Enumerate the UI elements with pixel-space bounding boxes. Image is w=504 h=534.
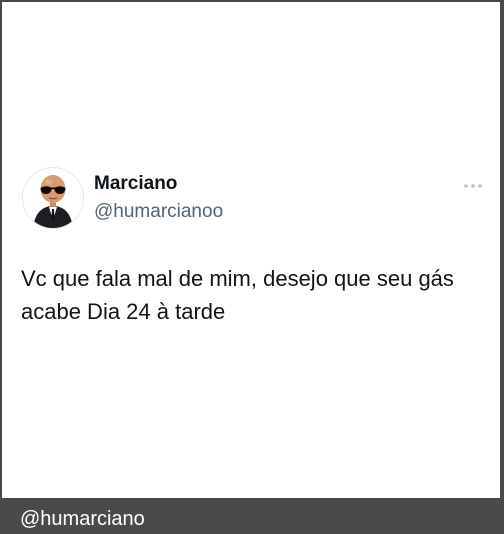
screenshot-frame: Marciano @humarcianoo Vc que fala mal de…: [0, 0, 504, 534]
tweet-card: Marciano @humarcianoo Vc que fala mal de…: [2, 2, 500, 498]
tweet-text-line: Vc que fala mal de mim, desejo que seu g…: [21, 266, 454, 291]
avatar[interactable]: [22, 167, 84, 229]
alien-avatar-icon: [33, 175, 73, 228]
display-name[interactable]: Marciano: [94, 173, 177, 195]
user-handle[interactable]: @humarcianoo: [94, 201, 223, 223]
more-horizontal-icon[interactable]: [462, 178, 484, 188]
watermark-handle: @humarciano: [20, 508, 145, 530]
tweet-text: Vc que fala mal de mim, desejo que seu g…: [21, 262, 491, 328]
tweet-text-line: acabe Dia 24 à tarde: [21, 299, 226, 324]
